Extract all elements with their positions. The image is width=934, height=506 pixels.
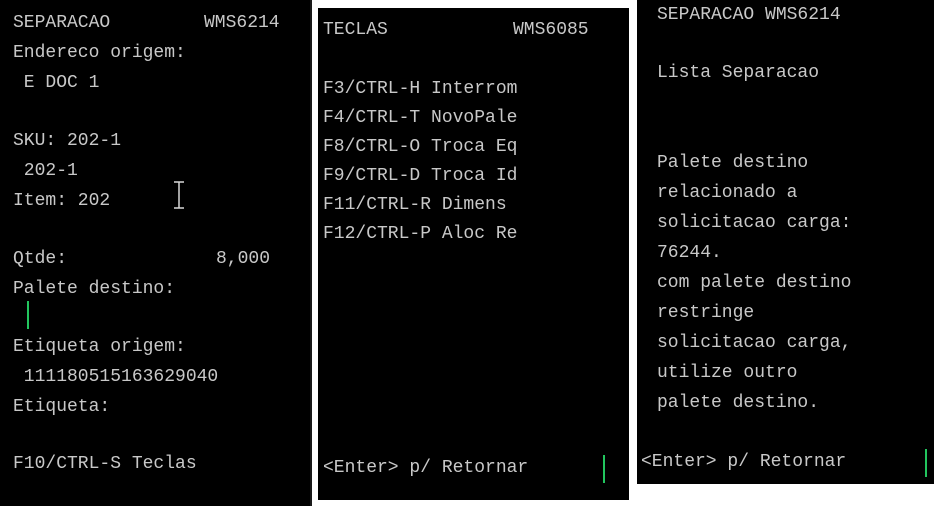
qtde-label: Qtde: [13,249,68,269]
screen-subtitle: Lista Separacao [657,63,820,83]
separacao-form-screen: SEPARACAO WMS6214 Endereco origem: E DOC… [0,0,312,506]
key-item: F4/CTRL-T NovoPale [323,108,518,128]
key-item: F3/CTRL-H Interrom [323,79,518,99]
palete-destino-input-caret[interactable] [27,301,29,329]
message-line: solicitacao carga, [657,333,852,353]
enter-return-hint: <Enter> p/ Retornar [641,452,847,472]
sku-label: SKU: 202-1 [13,131,122,151]
key-item: F12/CTRL-P Aloc Re [323,224,518,244]
screen-code: WMS6085 [513,20,589,40]
etiqueta-origem-value: 111180515163629040 [13,367,219,387]
etiqueta-origem-label: Etiqueta origem: [13,337,186,357]
input-caret[interactable] [925,449,927,477]
message-line: palete destino. [657,393,820,413]
endereco-origem-value: E DOC 1 [13,73,100,93]
message-line: com palete destino [657,273,852,293]
screen-title: SEPARACAO [13,13,111,33]
screen-code: WMS6214 [204,13,280,33]
message-line: utilize outro [657,363,798,383]
screen-title: SEPARACAO WMS6214 [657,5,841,25]
key-item: F9/CTRL-D Troca Id [323,166,518,186]
sku-value: 202-1 [13,161,78,181]
text-cursor-icon [174,181,184,209]
message-line: Palete destino [657,153,809,173]
qtde-value: 8,000 [216,249,271,269]
endereco-origem-label: Endereco origem: [13,43,186,63]
screen-title: TECLAS [323,20,388,40]
teclas-shortcut-hint: F10/CTRL-S Teclas [13,454,197,474]
enter-return-hint: <Enter> p/ Retornar [323,458,529,478]
input-caret[interactable] [603,455,605,483]
teclas-screen: TECLAS WMS6085 F3/CTRL-H Interrom F4/CTR… [318,8,629,500]
key-item: F8/CTRL-O Troca Eq [323,137,518,157]
item-label: Item: 202 [13,191,111,211]
key-item: F11/CTRL-R Dimens [323,195,507,215]
etiqueta-label: Etiqueta: [13,397,111,417]
palete-destino-label: Palete destino: [13,279,176,299]
message-line: 76244. [657,243,722,263]
message-line: relacionado a [657,183,798,203]
message-line: solicitacao carga: [657,213,852,233]
message-line: restringe [657,303,755,323]
separacao-message-screen: SEPARACAO WMS6214 Lista Separacao Palete… [637,0,934,484]
